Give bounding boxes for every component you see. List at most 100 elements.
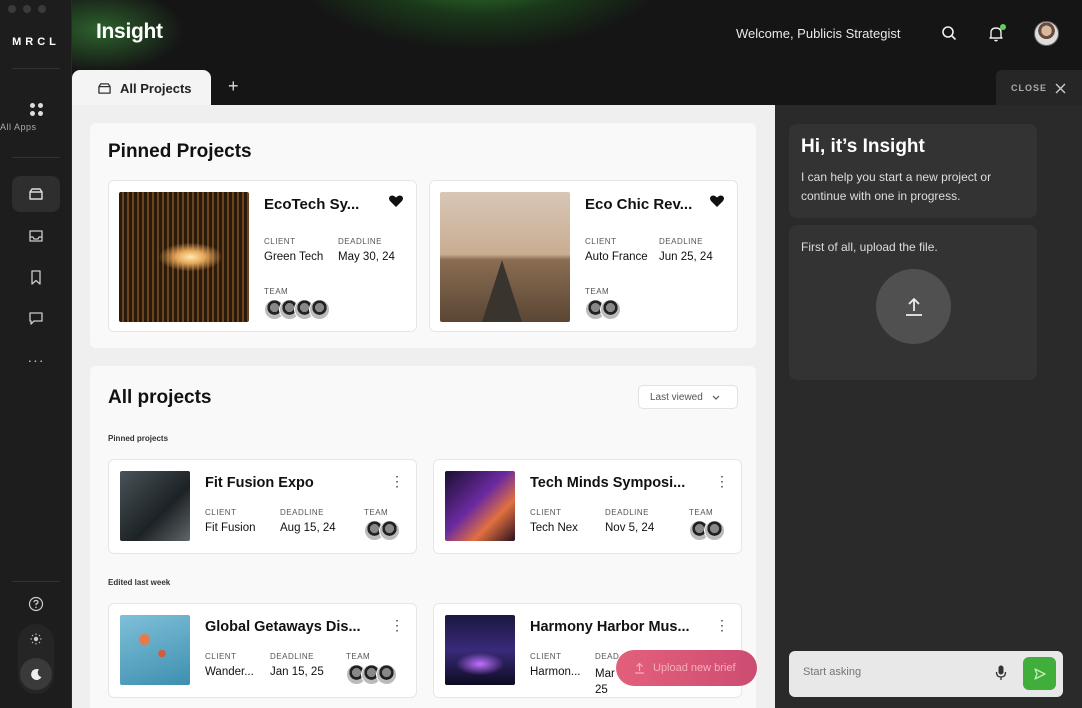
team-avatars [364, 520, 400, 541]
moon-icon [30, 668, 41, 680]
project-name: Tech Minds Symposi... [530, 475, 686, 491]
edited-section-label: Edited last week [108, 578, 171, 587]
window-controls [8, 5, 46, 13]
client-label: CLIENT [205, 652, 237, 661]
dark-mode-button[interactable] [20, 658, 52, 690]
pinned-section-label: Pinned projects [108, 434, 169, 443]
tab-label: All Projects [120, 80, 192, 96]
close-icon [1055, 83, 1066, 93]
pinned-card[interactable]: Eco Chic Rev... CLIENT Auto France DEADL… [429, 180, 738, 332]
project-thumbnail [445, 615, 515, 685]
client-value: Auto France [585, 251, 648, 263]
notifications-button[interactable] [985, 22, 1007, 44]
upload-file-button[interactable] [876, 269, 951, 344]
help-button[interactable] [12, 586, 60, 622]
upload-prompt: First of all, upload the file. [801, 240, 938, 254]
avatar[interactable] [1034, 21, 1059, 46]
client-value: Wander... [205, 666, 254, 678]
section-heading: All projects [108, 387, 212, 408]
upload-message: First of all, upload the file. [789, 225, 1037, 380]
logo: MRCL [12, 36, 60, 48]
sidebar-item-inbox[interactable] [12, 218, 60, 254]
client-value: Green Tech [264, 251, 324, 263]
sort-dropdown[interactable]: Last viewed [638, 385, 738, 409]
assistant-panel: Hi, it’s Insight I can help you start a … [775, 105, 1082, 708]
team-avatars [585, 299, 621, 320]
project-card[interactable]: Global Getaways Dis... ⋮ CLIENT Wander..… [108, 603, 417, 698]
divider [12, 68, 60, 69]
team-avatars [689, 520, 725, 541]
client-label: CLIENT [530, 652, 562, 661]
sidebar-item-label: All Apps [0, 122, 37, 132]
divider [12, 157, 60, 158]
upload-icon [905, 297, 922, 316]
sidebar-item-bookmarks[interactable] [12, 259, 60, 295]
microphone-icon[interactable] [995, 664, 1007, 682]
sidebar-item-all-apps[interactable]: All Apps [0, 95, 72, 132]
more-options-icon[interactable]: ⋮ [715, 618, 729, 632]
team-avatars [264, 299, 330, 320]
more-options-icon[interactable]: ⋮ [390, 474, 404, 488]
project-name: EcoTech Sy... [264, 196, 360, 213]
avatar [704, 520, 725, 541]
deadline-label: DEADLINE [338, 237, 383, 246]
more-options-icon[interactable]: ⋮ [390, 618, 404, 632]
assistant-intro: I can help you start a new project or co… [801, 170, 992, 203]
avatar [376, 664, 397, 685]
send-button[interactable] [1023, 657, 1056, 690]
bookmark-icon [31, 269, 41, 285]
deadline-label: DEADLINE [659, 237, 704, 246]
deadline-value: Jan 15, 25 [270, 666, 324, 678]
upload-brief-button[interactable]: Upload new brief [616, 650, 757, 686]
deadline-label: DEADLINE [605, 508, 650, 517]
deadline-label: DEADLINE [270, 652, 315, 661]
upload-brief-label: Upload new brief [653, 662, 736, 674]
search-button[interactable] [938, 22, 960, 44]
app-window: MRCL All Apps ··· Insight Welcome, Publi… [0, 0, 1082, 708]
deadline-value: Aug 15, 24 [280, 522, 336, 534]
sidebar-item-chat[interactable] [12, 300, 60, 336]
client-label: CLIENT [530, 508, 562, 517]
close-assistant-button[interactable]: CLOSE [996, 70, 1082, 106]
project-name: Fit Fusion Expo [205, 475, 314, 491]
theme-toggle[interactable] [18, 624, 54, 694]
minimize-window-button[interactable] [23, 5, 31, 13]
sidebar-item-projects[interactable] [12, 176, 60, 212]
assistant-message: Hi, it’s Insight I can help you start a … [789, 124, 1037, 218]
team-label: TEAM [585, 287, 610, 296]
project-card[interactable]: Tech Minds Symposi... ⋮ CLIENT Tech Nex … [433, 459, 742, 554]
help-icon [28, 596, 44, 612]
folder-icon [29, 188, 43, 200]
project-card[interactable]: Fit Fusion Expo ⋮ CLIENT Fit Fusion DEAD… [108, 459, 417, 554]
heart-icon[interactable] [388, 194, 404, 208]
sun-icon[interactable] [30, 633, 42, 645]
client-label: CLIENT [205, 508, 237, 517]
folder-icon [98, 82, 111, 94]
project-name: Global Getaways Dis... [205, 619, 361, 635]
client-value: Tech Nex [530, 522, 578, 534]
assistant-greeting: Hi, it’s Insight [801, 136, 925, 157]
project-thumbnail [445, 471, 515, 541]
section-heading: Pinned Projects [108, 141, 252, 162]
team-avatars [346, 664, 397, 685]
close-label: CLOSE [1011, 83, 1048, 93]
add-tab-button[interactable]: + [228, 76, 239, 97]
chat-input-bar [789, 651, 1063, 697]
pinned-card[interactable]: EcoTech Sy... CLIENT Green Tech DEADLINE… [108, 180, 417, 332]
main-content: Pinned Projects EcoTech Sy... CLIENT Gre… [72, 105, 775, 708]
divider [12, 581, 60, 582]
more-options-icon[interactable]: ⋮ [715, 474, 729, 488]
team-label: TEAM [364, 508, 389, 517]
maximize-window-button[interactable] [38, 5, 46, 13]
sidebar: MRCL All Apps ··· [0, 0, 72, 708]
close-window-button[interactable] [8, 5, 16, 13]
tab-all-projects[interactable]: All Projects [72, 70, 211, 106]
apps-grid-icon [29, 103, 43, 116]
app-title: Insight [96, 20, 163, 43]
pinned-projects-panel: Pinned Projects EcoTech Sy... CLIENT Gre… [90, 123, 756, 348]
chat-input[interactable] [803, 666, 983, 678]
search-icon [942, 26, 957, 41]
project-thumbnail [119, 192, 249, 322]
heart-icon[interactable] [709, 194, 725, 208]
more-icon[interactable]: ··· [12, 342, 60, 378]
